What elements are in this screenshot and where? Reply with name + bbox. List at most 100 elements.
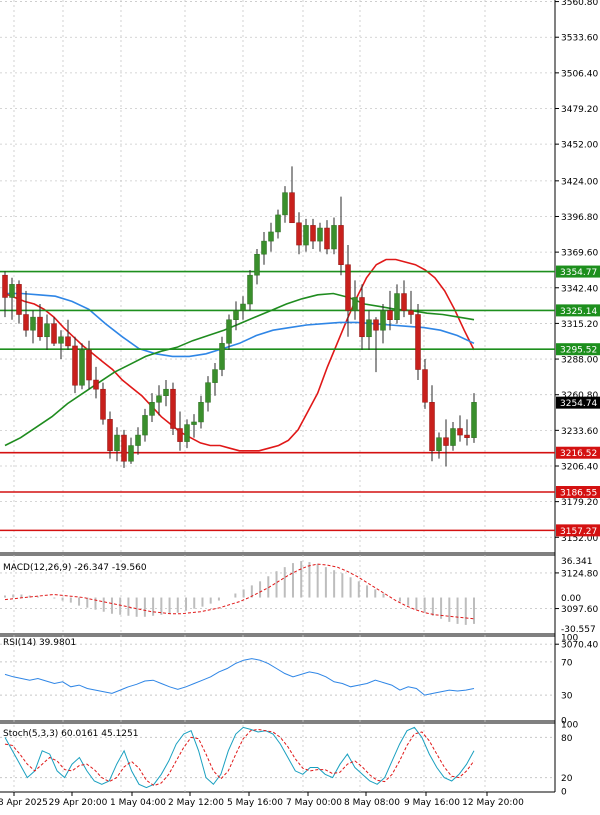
bullish-candle-body <box>9 284 15 298</box>
time-tick-label: 2 May 12:00 <box>168 798 224 808</box>
bullish-candle-body <box>156 395 162 403</box>
level-tag-label: 3186.55 <box>560 488 597 498</box>
price-tick-label: 3233.60 <box>561 427 598 437</box>
bullish-candle-body <box>282 192 288 216</box>
stoch-tick-label: 20 <box>561 774 573 784</box>
price-tick-label: 3506.40 <box>561 69 598 79</box>
price-tick-label: 3206.40 <box>561 462 598 472</box>
bearish-candle-body <box>93 379 99 390</box>
price-tick-label: 3315.20 <box>561 320 598 330</box>
stoch-tick-label: 80 <box>561 734 573 744</box>
bearish-candle-body <box>16 284 22 315</box>
level-price-tags: 3354.77 3325.14 3295.52 3216.52 3186.55 3157.… <box>556 265 600 537</box>
bullish-candle-body <box>436 437 442 452</box>
bullish-candle-body <box>30 316 36 331</box>
bearish-candle-body <box>443 437 449 446</box>
bearish-candle-body <box>170 388 176 429</box>
bullish-candle-body <box>450 428 456 446</box>
bullish-candle-body <box>79 349 85 386</box>
price-tick-label: 3097.60 <box>561 605 598 615</box>
bullish-candle-body <box>233 310 239 320</box>
price-tick-label: 3424.00 <box>561 177 598 187</box>
bullish-candle-body <box>44 323 50 338</box>
bearish-candle-body <box>408 310 414 315</box>
bullish-candle-body <box>219 343 225 370</box>
time-tick-label: 5 May 16:00 <box>227 798 283 808</box>
bearish-candle-body <box>387 310 393 320</box>
bearish-candle-body <box>422 369 428 403</box>
bearish-candle-body <box>401 293 407 311</box>
bearish-candle-body <box>296 222 302 246</box>
rsi-tick-label: 30 <box>561 692 573 702</box>
bullish-candle-body <box>184 424 190 442</box>
trading-chart: 3560.80 3533.60 3506.40 3479.20 3452.00 3424.… <box>0 0 600 811</box>
level-tag-label: 3295.52 <box>560 346 597 356</box>
price-tick-label: 3479.20 <box>561 105 598 115</box>
rsi-title: RSI(14) 39.9801 <box>3 638 76 648</box>
bullish-candle-body <box>268 231 274 242</box>
bullish-candle-body <box>205 382 211 403</box>
stoch-tick-label: 100 <box>561 721 578 731</box>
bearish-candle-body <box>345 264 351 311</box>
bullish-candle-body <box>149 402 155 416</box>
bearish-candle-body <box>373 319 379 331</box>
level-tag-label: 3325.14 <box>560 307 597 317</box>
bullish-candle-body <box>135 434 141 446</box>
bearish-candle-body <box>310 225 316 242</box>
macd-title: MACD(12,26,9) -26.347 -19.560 <box>3 563 147 573</box>
bullish-candle-body <box>226 319 232 344</box>
bullish-candle-body <box>317 227 323 242</box>
bearish-candle-body <box>177 428 183 442</box>
bullish-candle-body <box>471 402 477 438</box>
bearish-candle-body <box>51 323 57 344</box>
time-tick-label: 12 May 20:00 <box>462 798 524 808</box>
bearish-candle-body <box>72 345 78 386</box>
bullish-candle-body <box>275 214 281 233</box>
bearish-candle-body <box>100 388 106 420</box>
bullish-candle-body <box>58 336 64 344</box>
price-tick-label: 3452.00 <box>561 141 598 151</box>
rsi-tick-label: 100 <box>561 634 578 644</box>
bearish-candle-body <box>289 192 295 224</box>
bullish-candle-body <box>163 388 169 396</box>
bullish-candle-body <box>240 303 246 311</box>
bearish-candle-body <box>324 227 330 250</box>
bearish-candle-body <box>457 428 463 436</box>
bearish-candle-body <box>359 297 365 338</box>
current-price-label: 3254.74 <box>560 399 597 409</box>
rsi-tick-label: 70 <box>561 658 573 668</box>
price-tick-label: 3288.00 <box>561 356 598 366</box>
bullish-candle-body <box>261 240 267 255</box>
bullish-candle-body <box>128 445 134 462</box>
price-tick-label: 3342.40 <box>561 284 598 294</box>
bullish-candle-body <box>198 402 204 423</box>
bearish-candle-body <box>415 314 421 370</box>
stoch-title: Stoch(5,3,3) 60.0161 45.1251 <box>3 729 138 739</box>
time-tick-label: 28 Apr 2025 <box>0 798 48 808</box>
time-tick-label: 8 May 08:00 <box>344 798 400 808</box>
time-tick-label: 7 May 00:00 <box>286 798 342 808</box>
price-tick-label: 3369.60 <box>561 249 598 259</box>
bullish-candle-body <box>254 253 260 276</box>
bullish-candle-body <box>212 369 218 383</box>
bullish-candle-body <box>191 421 197 425</box>
time-tick-label: 1 May 04:00 <box>110 798 166 808</box>
bearish-candle-body <box>338 225 344 265</box>
price-tick-label: 3560.80 <box>561 0 598 8</box>
bearish-candle-body <box>37 316 43 338</box>
chart-svg: 3560.80 3533.60 3506.40 3479.20 3452.00 3424.… <box>0 0 600 811</box>
price-tick-label: 3533.60 <box>561 34 598 44</box>
bearish-candle-body <box>429 402 435 452</box>
bearish-candle-body <box>2 274 8 298</box>
bullish-candle-body <box>394 293 400 320</box>
bearish-candle-body <box>464 434 470 438</box>
bearish-candle-body <box>121 434 127 462</box>
bullish-candle-body <box>114 434 120 452</box>
level-tag-label: 3216.52 <box>560 449 597 459</box>
time-tick-label: 29 Apr 20:00 <box>49 798 108 808</box>
bearish-candle-body <box>23 314 29 331</box>
level-tag-label: 3354.77 <box>560 268 597 278</box>
macd-tick-label: 0.00 <box>561 594 581 604</box>
price-tick-label: 3124.80 <box>561 569 598 579</box>
macd-tick-label: 36.341 <box>561 557 593 567</box>
